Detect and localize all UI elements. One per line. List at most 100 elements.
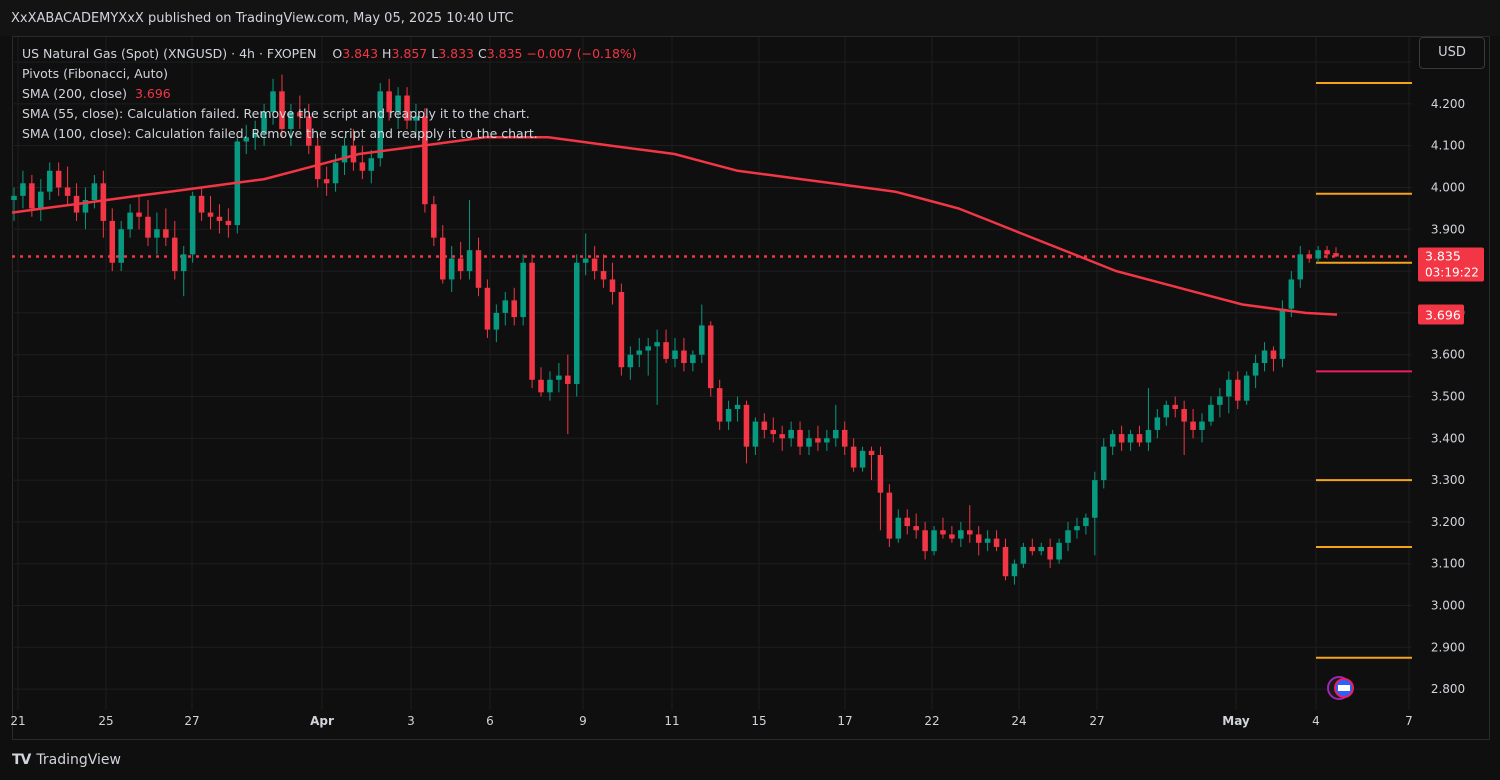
- last-price-label: 3.835: [1425, 248, 1461, 263]
- candle-body: [431, 204, 437, 238]
- candle-body: [1092, 480, 1098, 518]
- candle-body: [627, 354, 634, 368]
- candle-body: [1297, 254, 1304, 280]
- candle-body: [645, 346, 651, 351]
- candle-body: [341, 145, 348, 163]
- candle-body: [493, 312, 500, 330]
- candle-body: [198, 195, 205, 213]
- open-value: 3.843: [342, 46, 379, 61]
- candle-body: [681, 350, 687, 364]
- candle-body: [368, 158, 375, 171]
- candle-body: [55, 170, 62, 188]
- candle-body: [1199, 421, 1205, 430]
- y-tick-label: 3.500: [1431, 389, 1465, 403]
- x-tick-label: 7: [1405, 714, 1413, 728]
- symbol-legend-row[interactable]: US Natural Gas (Spot) (XNGUSD) · 4h · FX…: [22, 44, 637, 64]
- change-value: −0.007 (−0.18%): [526, 46, 637, 61]
- candle-body: [663, 342, 669, 359]
- sma100-legend-row[interactable]: SMA (100, close): Calculation failed. Re…: [22, 124, 637, 144]
- x-tick-label: 27: [184, 714, 199, 728]
- open-label: O: [332, 46, 343, 61]
- tradingview-brand: TradingView: [36, 752, 121, 768]
- x-tick-label: 15: [751, 714, 766, 728]
- candle-body: [1074, 526, 1080, 531]
- candle-body: [1226, 379, 1232, 397]
- x-tick-label: 17: [837, 714, 852, 728]
- candle-body: [1270, 350, 1277, 359]
- candle-body: [11, 195, 17, 201]
- candle-body: [958, 530, 964, 539]
- y-tick-label: 3.300: [1431, 473, 1465, 487]
- y-tick-label: 3.000: [1431, 598, 1465, 612]
- candle-body: [779, 434, 785, 439]
- candle-body: [225, 220, 232, 226]
- candle-body: [529, 262, 535, 380]
- x-tick-label: 11: [664, 714, 679, 728]
- candle-body: [332, 162, 339, 184]
- candle-body: [1118, 434, 1125, 443]
- candle-body: [975, 534, 982, 543]
- candle-body: [1029, 546, 1036, 552]
- candle-body: [1154, 417, 1161, 430]
- y-tick-label: 3.400: [1431, 431, 1465, 445]
- symbol-title[interactable]: US Natural Gas (Spot) (XNGUSD) · 4h · FX…: [22, 46, 316, 61]
- x-tick-label: Apr: [310, 714, 334, 728]
- high-value: 3.857: [391, 46, 428, 61]
- candle-body: [1190, 421, 1196, 430]
- sma55-legend-row[interactable]: SMA (55, close): Calculation failed. Rem…: [22, 104, 637, 124]
- tradingview-logo-icon: TV: [12, 752, 31, 768]
- candle-body: [895, 517, 902, 539]
- sma200-legend-row[interactable]: SMA (200, close) 3.696: [22, 84, 637, 104]
- y-tick-label: 2.800: [1431, 682, 1465, 696]
- pivots-indicator-label[interactable]: Pivots (Fibonacci, Auto): [22, 66, 168, 81]
- sma200-label[interactable]: SMA (200, close): [22, 86, 127, 101]
- candle-body: [743, 404, 750, 447]
- candle-body: [136, 212, 142, 217]
- candle-body: [448, 258, 455, 280]
- y-tick-label: 4.000: [1431, 180, 1465, 194]
- candle-body: [618, 291, 625, 368]
- candle-body: [1243, 375, 1250, 401]
- candle-body: [734, 404, 741, 410]
- candle-body: [511, 300, 517, 318]
- candle-body: [716, 388, 723, 422]
- x-tick-label: 4: [1312, 714, 1320, 728]
- candle-body: [788, 429, 794, 439]
- candle-body: [1002, 546, 1009, 577]
- candle-body: [833, 429, 839, 439]
- candle-body: [359, 162, 366, 171]
- candle-body: [707, 325, 714, 389]
- candle-body: [127, 212, 133, 230]
- candle-body: [699, 325, 705, 355]
- y-tick-label: 4.200: [1431, 97, 1465, 111]
- candle-body: [690, 354, 696, 364]
- candle-body: [64, 187, 71, 196]
- y-tick-label: 3.600: [1431, 348, 1465, 362]
- candle-body: [1261, 350, 1268, 364]
- candle-body: [1083, 517, 1089, 527]
- sma55-error-text: SMA (55, close): Calculation failed. Rem…: [22, 106, 530, 121]
- candle-body: [582, 258, 589, 263]
- currency-button[interactable]: USD: [1419, 37, 1485, 69]
- candle-body: [109, 220, 116, 263]
- candle-body: [439, 237, 446, 280]
- candle-body: [100, 183, 107, 221]
- candle-body: [806, 438, 812, 447]
- candle-body: [1047, 546, 1053, 560]
- candle-body: [207, 212, 214, 217]
- candle-body: [770, 429, 777, 435]
- candle-body: [922, 530, 928, 552]
- candle-body: [1252, 363, 1259, 376]
- candle-body: [20, 183, 26, 196]
- sma200-value: 3.696: [134, 86, 171, 101]
- candle-body: [323, 179, 330, 184]
- candle-body: [1109, 434, 1116, 447]
- x-tick-label: 9: [579, 714, 587, 728]
- low-value: 3.833: [438, 46, 474, 61]
- candle-body: [154, 229, 160, 238]
- candle-body: [1324, 250, 1330, 255]
- pivots-legend-row[interactable]: Pivots (Fibonacci, Auto): [22, 64, 637, 84]
- candle-body: [761, 421, 768, 430]
- candle-body: [752, 421, 759, 447]
- candle-body: [547, 379, 553, 393]
